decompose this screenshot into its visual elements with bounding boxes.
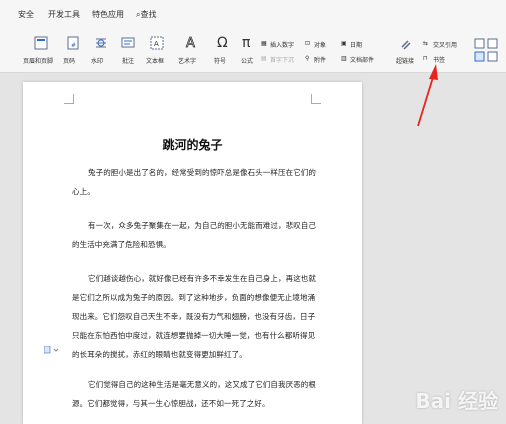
baidu-watermark: Bai 经验 (415, 389, 498, 413)
annotation-arrow (417, 64, 438, 127)
